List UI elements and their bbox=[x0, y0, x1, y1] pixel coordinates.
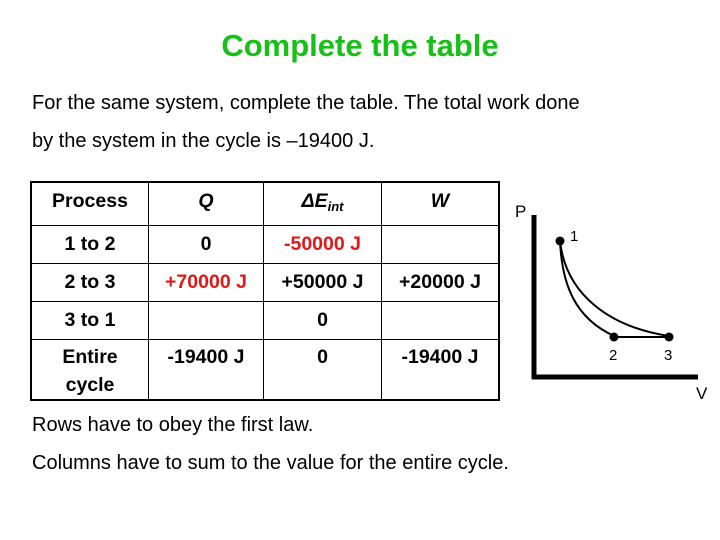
cell-q: -19400 J bbox=[148, 339, 264, 401]
cell-process: 1 to 2 bbox=[30, 225, 149, 264]
cell-delta-e: 0 bbox=[263, 339, 382, 401]
header-delta-e-sub: int bbox=[327, 199, 344, 214]
table-row: 3 to 1 0 bbox=[30, 301, 500, 340]
cell-process: 3 to 1 bbox=[30, 301, 149, 340]
pv-diagram: P V 1 2 3 bbox=[515, 202, 708, 403]
slide-title: Complete the table bbox=[221, 28, 499, 63]
state-label-2: 2 bbox=[609, 347, 617, 364]
state-point-2 bbox=[609, 332, 619, 342]
cell-delta-e: -50000 J bbox=[263, 225, 382, 264]
v-axis-label: V bbox=[696, 384, 708, 403]
table-row: Entire cycle -19400 J 0 -19400 J bbox=[30, 339, 500, 401]
intro-line-2: by the system in the cycle is –19400 J. bbox=[32, 130, 375, 152]
cell-delta-e: +50000 J bbox=[263, 263, 382, 302]
cell-process-line-2: cycle bbox=[65, 374, 115, 396]
table-header-row: Process Q ΔEint W bbox=[30, 181, 500, 226]
first-law-table: Process Q ΔEint W 1 to 2 0 -50000 J 2 to… bbox=[30, 181, 500, 401]
header-delta-e-int: ΔEint bbox=[263, 181, 382, 226]
cell-q bbox=[148, 301, 264, 340]
p-axis-label: P bbox=[515, 202, 526, 221]
cell-w: +20000 J bbox=[381, 263, 500, 302]
cell-w bbox=[381, 225, 500, 264]
header-process: Process bbox=[30, 181, 149, 226]
process-3-to-1-curve bbox=[559, 240, 670, 337]
state-label-3: 3 bbox=[664, 347, 672, 364]
note-line-2: Columns have to sum to the value for the… bbox=[32, 452, 509, 474]
process-1-to-2-curve bbox=[559, 240, 615, 337]
header-q: Q bbox=[148, 181, 264, 226]
table-row: 1 to 2 0 -50000 J bbox=[30, 225, 500, 264]
cell-w: -19400 J bbox=[381, 339, 500, 401]
table-row: 2 to 3 +70000 J +50000 J +20000 J bbox=[30, 263, 500, 302]
header-delta-e-main: ΔE bbox=[301, 190, 328, 212]
state-label-1: 1 bbox=[570, 228, 578, 245]
cell-process: Entire cycle bbox=[30, 339, 149, 401]
cell-q: +70000 J bbox=[148, 263, 264, 302]
cell-w bbox=[381, 301, 500, 340]
cell-q: 0 bbox=[148, 225, 264, 264]
cell-process: 2 to 3 bbox=[30, 263, 149, 302]
state-point-3 bbox=[664, 332, 674, 342]
state-point-1 bbox=[555, 236, 565, 246]
intro-line-1: For the same system, complete the table.… bbox=[32, 92, 580, 114]
cell-delta-e: 0 bbox=[263, 301, 382, 340]
note-line-1: Rows have to obey the first law. bbox=[32, 414, 314, 436]
cell-process-line-1: Entire bbox=[62, 346, 118, 368]
header-w: W bbox=[381, 181, 500, 226]
